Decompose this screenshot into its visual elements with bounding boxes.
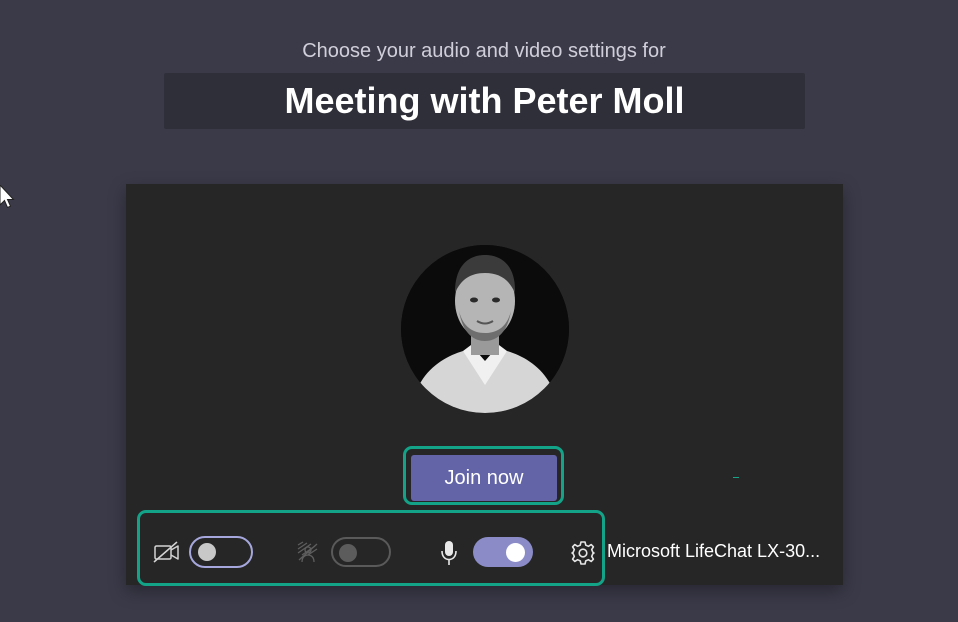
microphone-toggle[interactable] [473,537,533,567]
meeting-title-box: Meeting with Peter Moll [164,73,805,129]
meeting-title: Meeting with Peter Moll [284,80,685,121]
camera-toggle[interactable] [189,536,253,568]
background-blur-toggle-knob [339,544,357,562]
join-now-button[interactable]: Join now [411,455,557,501]
status-indicator [733,477,739,478]
gear-icon[interactable] [570,540,596,566]
microphone-icon[interactable] [440,540,458,566]
camera-toggle-knob [198,543,216,561]
video-preview-panel: Join now Microsoft LifeChat LX-30... [126,184,843,586]
mouse-cursor-icon [0,185,15,209]
audio-device-label[interactable]: Microsoft LifeChat LX-30... [607,541,820,562]
background-blur-icon[interactable] [296,541,320,563]
background-blur-toggle[interactable] [331,537,391,567]
camera-off-icon[interactable] [153,541,181,563]
avatar-photo [401,245,569,413]
microphone-toggle-knob [506,543,525,562]
avatar [401,245,569,413]
settings-subtitle: Choose your audio and video settings for [302,40,666,62]
